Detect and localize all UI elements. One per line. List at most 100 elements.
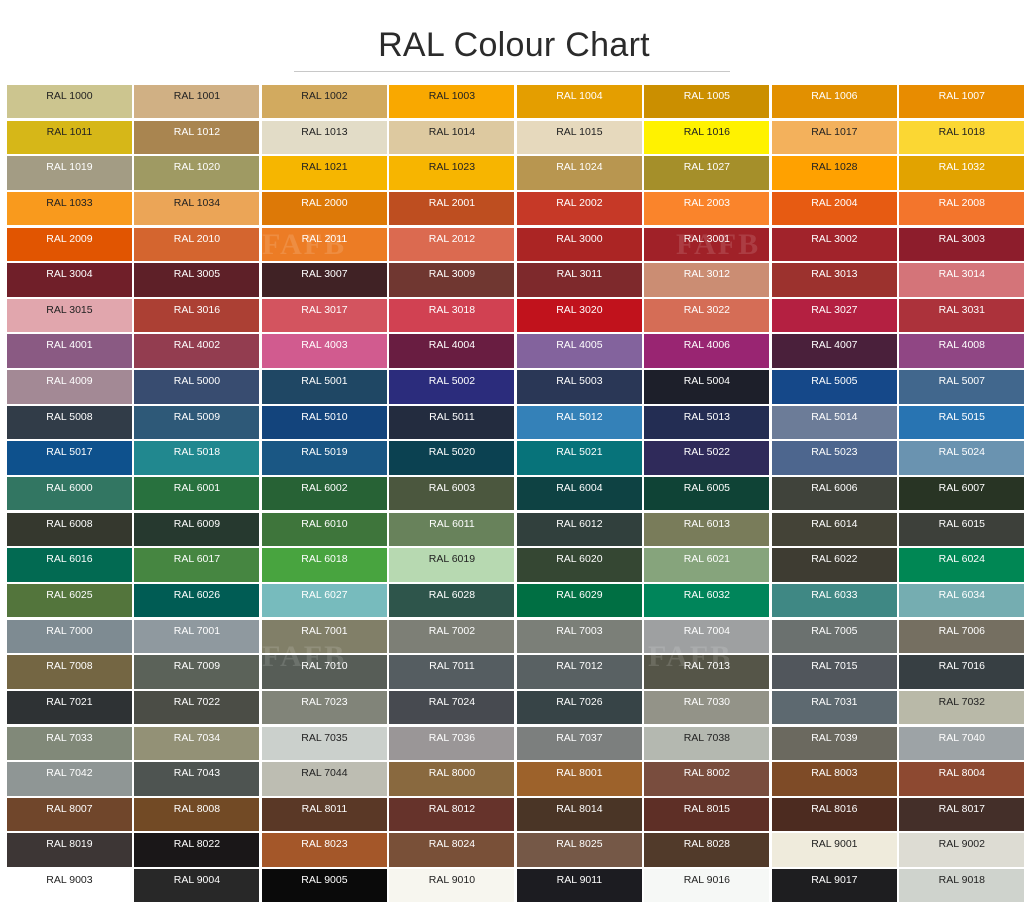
swatch-label: RAL 7002 [428, 624, 476, 637]
swatch-label: RAL 8014 [556, 802, 603, 815]
swatch-label: RAL 6001 [173, 482, 221, 495]
swatch-label: RAL 1020 [173, 161, 221, 174]
swatch-label: RAL 1005 [683, 90, 731, 102]
swatch-label: RAL 7005 [811, 624, 858, 637]
colour-swatch: RAL 4008 [899, 334, 1024, 368]
swatch-label: RAL 8015 [683, 802, 731, 815]
colour-swatch: RAL 3003 [899, 227, 1024, 261]
swatch-label: RAL 6015 [938, 517, 985, 530]
colour-swatch: RAL 7024 [389, 690, 515, 725]
colour-swatch: RAL 9018 [899, 869, 1024, 903]
colour-swatch: RAL 3017 [261, 298, 387, 333]
colour-swatch: RAL 7002 [389, 619, 515, 653]
swatch-label: RAL 5022 [683, 446, 731, 459]
colour-swatch: RAL 5001 [261, 370, 387, 404]
colour-swatch: RAL 6015 [899, 512, 1024, 547]
swatch-label: RAL 1015 [556, 125, 603, 138]
colour-swatch: RAL 5022 [644, 441, 770, 475]
colour-swatch: RAL 3005 [134, 263, 260, 297]
colour-swatch: RAL 9016 [644, 869, 770, 903]
swatch-label: RAL 1011 [46, 125, 93, 138]
colour-swatch: RAL 6003 [389, 477, 515, 511]
colour-swatch: RAL 3004 [7, 263, 132, 297]
colour-swatch: RAL 7006 [899, 619, 1024, 653]
colour-swatch: RAL 8016 [771, 797, 897, 832]
swatch-label: RAL 7042 [46, 767, 93, 780]
colour-swatch: RAL 8015 [644, 797, 770, 832]
colour-swatch: RAL 9003 [7, 869, 132, 903]
swatch-label: RAL 9002 [938, 838, 985, 851]
colour-swatch: RAL 5015 [899, 405, 1024, 440]
colour-swatch: RAL 5021 [516, 441, 642, 475]
colour-swatch: RAL 3007 [261, 263, 387, 297]
colour-swatch: RAL 3000 [516, 227, 642, 261]
swatch-label: RAL 2012 [428, 232, 476, 245]
colour-swatch: RAL 7038 [644, 726, 770, 760]
swatch-label: RAL 1014 [428, 125, 476, 138]
colour-swatch: RAL 4005 [516, 334, 642, 368]
swatch-label: RAL 6003 [428, 482, 476, 495]
swatch-label: RAL 9010 [428, 874, 476, 887]
swatch-label: RAL 5024 [938, 446, 985, 459]
colour-swatch: RAL 5012 [516, 405, 642, 440]
swatch-label: RAL 8025 [556, 838, 603, 851]
swatch-label: RAL 8002 [683, 767, 731, 780]
colour-swatch: RAL 8008 [134, 797, 260, 832]
colour-swatch: RAL 3002 [771, 227, 897, 261]
colour-swatch: RAL 6008 [7, 512, 132, 547]
colour-swatch: RAL 8022 [134, 833, 260, 867]
colour-swatch: RAL 3013 [771, 263, 897, 297]
colour-swatch: RAL 8024 [389, 833, 515, 867]
swatch-label: RAL 3031 [938, 303, 985, 316]
swatch-label: RAL 5014 [811, 410, 858, 423]
swatch-label: RAL 3020 [556, 303, 603, 316]
colour-swatch: RAL 7000 [7, 619, 132, 653]
colour-swatch: RAL 7001 [261, 619, 387, 653]
swatch-label: RAL 1001 [173, 90, 221, 102]
swatch-label: RAL 5020 [428, 446, 476, 459]
swatch-label: RAL 2003 [683, 196, 731, 209]
colour-swatch: RAL 6002 [261, 477, 387, 511]
colour-swatch: RAL 9011 [516, 869, 642, 903]
colour-swatch: RAL 5011 [389, 405, 515, 440]
colour-swatch: RAL 6027 [261, 583, 387, 618]
swatch-label: RAL 7043 [173, 767, 221, 780]
swatch-label: RAL 5008 [46, 410, 93, 423]
colour-swatch: RAL 6022 [771, 548, 897, 582]
swatch-label: RAL 9001 [811, 838, 858, 851]
colour-swatch: RAL 1016 [644, 120, 770, 155]
swatch-label: RAL 1021 [301, 161, 348, 174]
colour-swatch: RAL 8001 [516, 762, 642, 796]
colour-swatch: RAL 6033 [771, 583, 897, 618]
colour-swatch: RAL 6032 [644, 583, 770, 618]
swatch-label: RAL 4002 [173, 339, 221, 352]
swatch-label: RAL 6029 [556, 588, 603, 601]
colour-swatch: RAL 1011 [7, 120, 132, 155]
colour-swatch: RAL 7035 [261, 726, 387, 760]
swatch-label: RAL 5000 [173, 375, 221, 388]
title-divider [294, 71, 730, 72]
colour-swatch: RAL 6007 [899, 477, 1024, 511]
colour-swatch: RAL 7010 [261, 655, 387, 689]
colour-swatch: RAL 7011 [389, 655, 515, 689]
colour-swatch: RAL 6024 [899, 548, 1024, 582]
swatch-label: RAL 3014 [938, 268, 985, 281]
swatch-label: RAL 8008 [173, 802, 221, 815]
swatch-label: RAL 8001 [556, 767, 603, 780]
swatch-label: RAL 7016 [938, 660, 985, 673]
swatch-label: RAL 8024 [428, 838, 476, 851]
colour-swatch: RAL 1004 [516, 85, 642, 119]
swatch-label: RAL 5007 [938, 375, 985, 388]
colour-swatch: RAL 1003 [389, 85, 515, 119]
swatch-label: RAL 1028 [811, 161, 858, 174]
swatch-label: RAL 1002 [301, 90, 348, 102]
swatch-label: RAL 1024 [556, 161, 603, 174]
swatch-label: RAL 7044 [301, 767, 348, 780]
colour-swatch: RAL 3020 [516, 298, 642, 333]
colour-swatch: RAL 1024 [516, 156, 642, 190]
colour-swatch: RAL 4007 [771, 334, 897, 368]
swatch-label: RAL 1027 [683, 161, 731, 174]
swatch-label: RAL 5021 [556, 446, 603, 459]
colour-swatch: RAL 5009 [134, 405, 260, 440]
colour-swatch: RAL 8007 [7, 797, 132, 832]
